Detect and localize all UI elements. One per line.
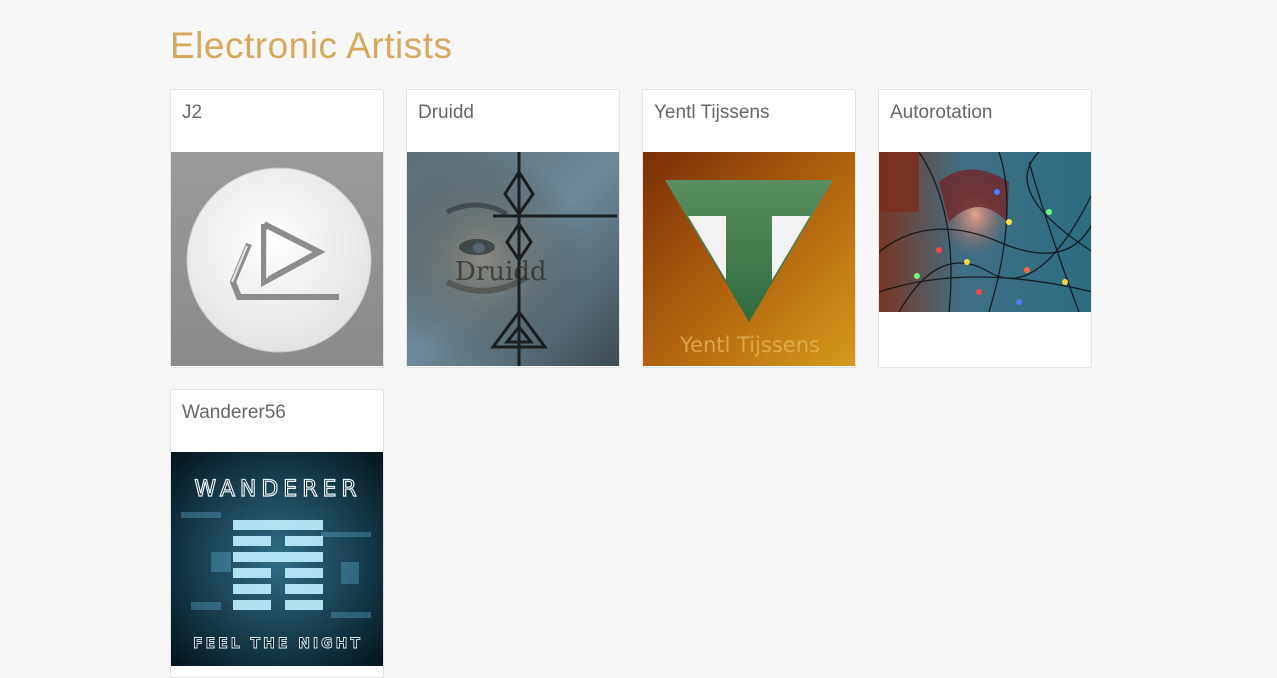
artwork-caption: Yentl Tijssens [679, 333, 820, 357]
artist-name[interactable]: Yentl Tijssens [643, 90, 855, 152]
artwork-subtitle: FEEL THE NIGHT [193, 636, 363, 652]
artist-name[interactable]: J2 [171, 90, 383, 152]
artist-name[interactable]: Wanderer56 [171, 390, 383, 452]
artist-name[interactable]: Autorotation [879, 90, 1091, 152]
autorotation-lights-photo[interactable] [879, 152, 1091, 312]
artwork-title: WANDERER [194, 477, 361, 502]
artist-card-j2[interactable]: J2 [170, 89, 384, 368]
artist-card-autorotation[interactable]: Autorotation [878, 89, 1092, 368]
j2-logo-artwork[interactable] [171, 152, 383, 366]
yentl-triangle-logo-artwork[interactable]: Yentl Tijssens [643, 152, 855, 366]
svg-text:Druidd: Druidd [455, 257, 547, 287]
artist-name[interactable]: Druidd [407, 90, 619, 152]
artist-card-yentl-tijssens[interactable]: Yentl Tijssens Yentl Tijssens [642, 89, 856, 368]
druidd-portrait-artwork[interactable]: Druidd [407, 152, 619, 366]
wanderer-album-artwork[interactable]: WANDERER FEEL THE NIGHT [171, 452, 383, 666]
artist-card-wanderer56[interactable]: Wanderer56 WANDERER FEEL THE NIGHT [170, 389, 384, 678]
page-title: Electronic Artists [170, 25, 453, 66]
artist-card-druidd[interactable]: Druidd Druidd [406, 89, 620, 368]
